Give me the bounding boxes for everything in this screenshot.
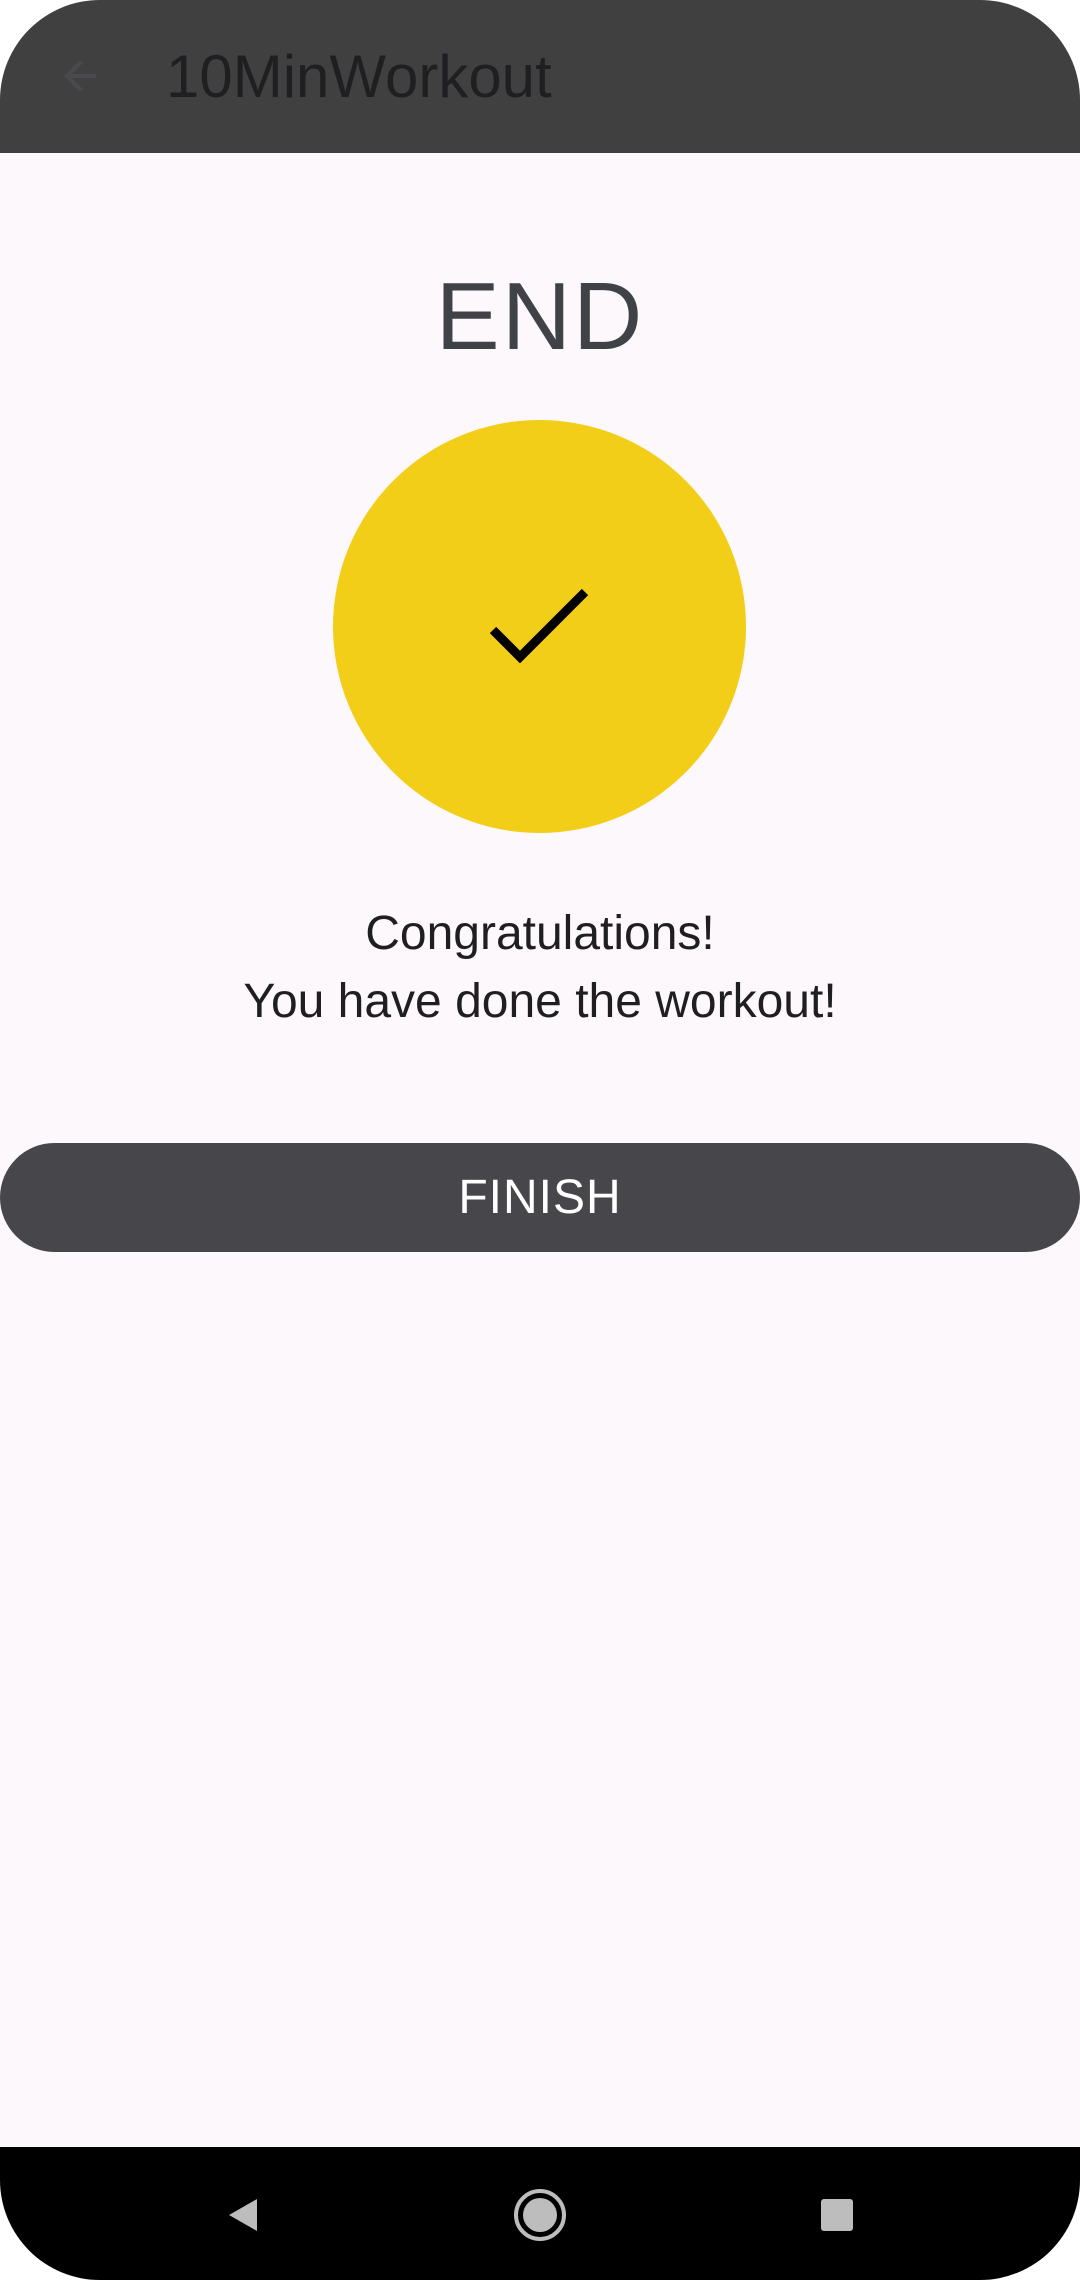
back-button[interactable] — [40, 36, 120, 116]
system-nav-bar — [0, 2147, 1080, 2280]
message-line-1: Congratulations! — [365, 907, 715, 960]
screen: 10MinWorkout END Congratulations! You ha… — [0, 0, 1080, 2280]
nav-recents-button[interactable] — [787, 2165, 887, 2265]
message-line-2: You have done the workout! — [243, 975, 837, 1028]
arrow-back-icon — [64, 60, 96, 92]
nav-recents-icon — [821, 2199, 853, 2231]
nav-home-icon — [514, 2189, 566, 2241]
nav-home-button[interactable] — [490, 2165, 590, 2265]
nav-back-button[interactable] — [193, 2165, 293, 2265]
app-bar: 10MinWorkout — [0, 0, 1080, 153]
completion-badge — [333, 420, 746, 833]
finish-button[interactable]: FINISH — [0, 1143, 1080, 1252]
page-title: END — [435, 263, 645, 370]
nav-back-icon — [229, 2199, 257, 2231]
checkmark-icon — [489, 588, 588, 663]
app-title: 10MinWorkout — [166, 43, 552, 110]
completion-message: Congratulations! You have done the worko… — [0, 900, 1080, 1036]
